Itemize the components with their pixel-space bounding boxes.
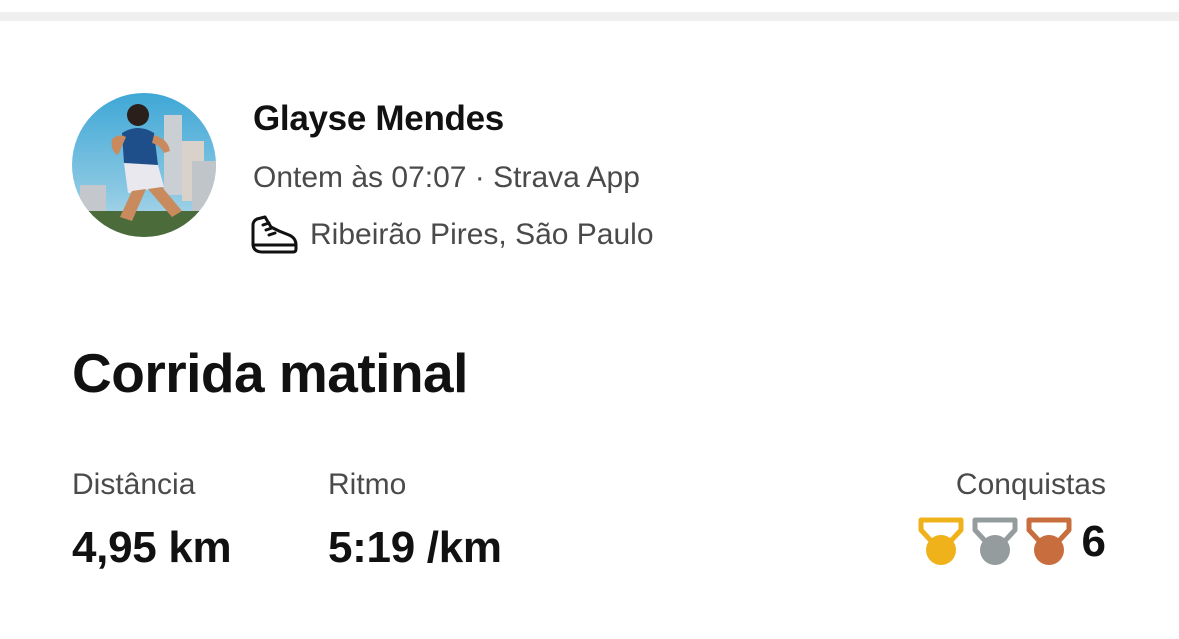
achievements-count: 6 [1081, 517, 1106, 566]
distance-value: 4,95 km [72, 523, 232, 572]
pace-value: 5:19 /km [328, 523, 502, 572]
activity-title[interactable]: Corrida matinal [72, 341, 468, 405]
stat-achievements[interactable]: Conquistas 6 [918, 465, 1106, 567]
distance-label: Distância [72, 468, 196, 501]
avatar-photo [72, 93, 216, 237]
achievements-label: Conquistas [955, 468, 1106, 501]
pace-label: Ritmo [328, 468, 407, 501]
achievements-row[interactable]: 6 [918, 517, 1106, 567]
activity-card[interactable]: Glayse Mendes Ontem às 07:07 · Strava Ap… [0, 21, 1179, 639]
athlete-name[interactable]: Glayse Mendes [253, 99, 504, 139]
location-row: Ribeirão Pires, São Paulo [250, 215, 654, 255]
silver-medal-icon [972, 517, 1018, 565]
stat-pace: Ritmo 5:19 /km [328, 465, 502, 573]
top-divider [0, 12, 1179, 21]
gold-medal-icon [918, 517, 964, 565]
location-text: Ribeirão Pires, São Paulo [310, 218, 654, 251]
avatar[interactable] [72, 93, 216, 237]
running-shoe-icon [251, 215, 298, 254]
stat-distance: Distância 4,95 km [72, 465, 232, 573]
activity-meta: Ontem às 07:07 · Strava App [253, 161, 640, 194]
bronze-medal-icon [1026, 517, 1072, 565]
